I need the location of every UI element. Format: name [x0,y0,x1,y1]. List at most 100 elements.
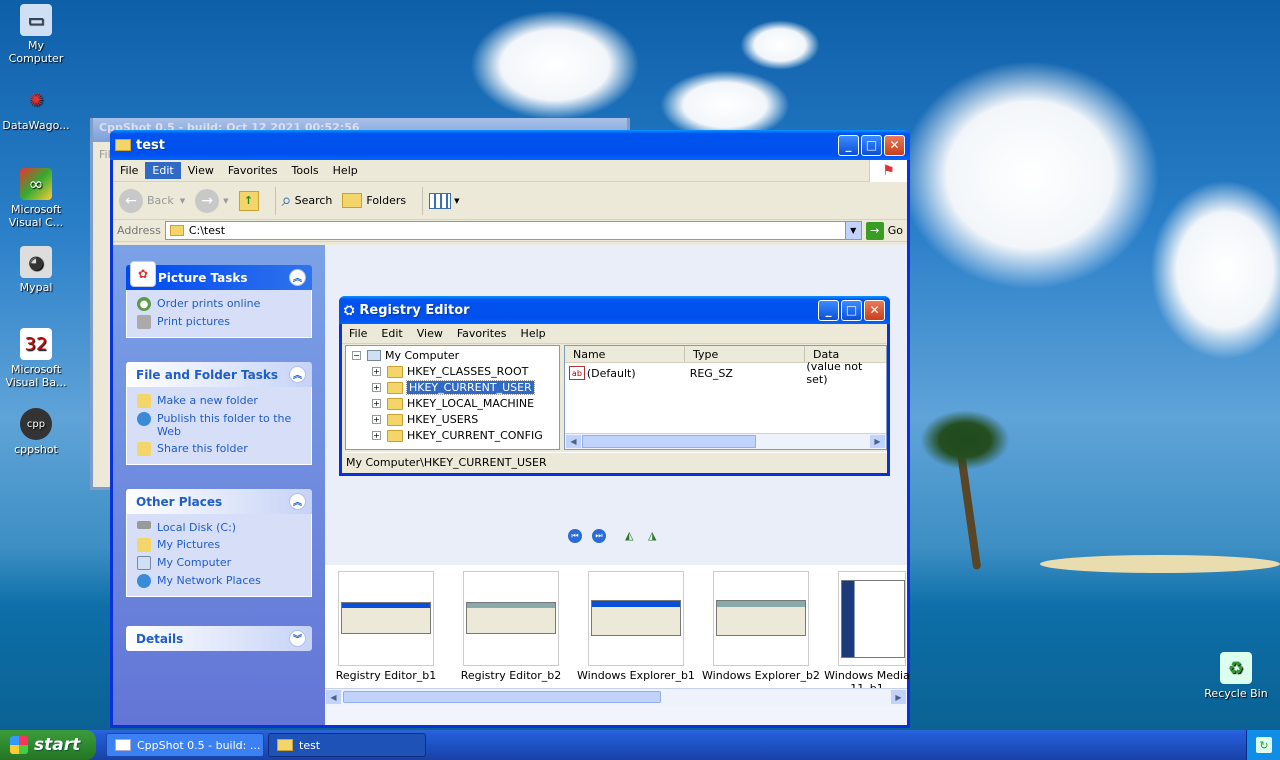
up-folder-icon: ↑ [238,190,259,211]
address-dropdown-icon[interactable]: ▼ [844,222,861,239]
forward-arrow-icon: → [195,188,220,213]
horizontal-scrollbar[interactable]: ◀ ▶ [325,688,907,705]
tree-node-key: + HKEY_CLASSES_ROOT [372,365,529,378]
desktop-icon-visual-basic[interactable]: 32 Microsoft Visual Ba... [0,328,72,389]
folders-icon [342,193,363,208]
details-header[interactable]: Details ︾ [126,626,312,651]
windows-flag-icon [10,736,28,754]
thumbnail-image[interactable] [713,571,809,666]
collapse-chevron-icon[interactable]: ︽ [289,269,306,286]
folder-icon [277,739,293,751]
rotate-counterclockwise-icon[interactable]: ◮ [648,529,656,542]
datawago-icon: ✺ [28,89,44,111]
scroll-thumb[interactable] [343,691,661,703]
scroll-left-icon: ◀ [566,435,581,448]
publish-web-icon [137,412,151,426]
scroll-right-icon[interactable]: ▶ [891,690,906,704]
local-disk-link[interactable]: Local Disk (C:) [137,521,301,534]
details-panel: Details ︾ [126,626,312,651]
my-network-places-link[interactable]: My Network Places [137,574,301,588]
thumbnail-image[interactable] [588,571,684,666]
menu-file[interactable]: File [113,162,145,179]
order-prints-link[interactable]: ● Order prints online [137,297,301,311]
share-folder-link[interactable]: Share this folder [137,442,301,456]
next-image-icon[interactable]: ⏭ [592,529,606,543]
folders-button[interactable]: Folders [342,193,406,208]
taskbar-item-cppshot[interactable]: CppShot 0.5 - build: ... [106,733,264,757]
picture-tasks-panel: ✿ Picture Tasks ︽ ● Order prints online P… [126,261,312,338]
menu-view[interactable]: View [181,162,221,179]
thumbnail-strip: Registry Editor_b1 Registry Editor_b2 Wi… [325,565,910,705]
menu-tools[interactable]: Tools [285,162,326,179]
tree-node-key: + HKEY_LOCAL_MACHINE [372,397,535,410]
thumbnail-preview [591,600,681,636]
file-folder-tasks-panel: File and Folder Tasks ︽ Make a new folde… [126,362,312,465]
collapse-chevron-icon[interactable]: ︽ [289,366,306,383]
desktop-icon-datawago[interactable]: ✺ DataWago... [0,84,72,133]
system-tray: ↻ [1246,730,1280,760]
back-button[interactable]: ← Back ▼ [119,188,185,213]
thumbnail-image[interactable] [463,571,559,666]
expand-chevron-icon[interactable]: ︾ [289,630,306,647]
explorer-titlebar[interactable]: test _ □ ✕ [110,130,910,160]
window-title: test [136,137,165,153]
disk-drive-icon [137,521,151,529]
cloud [740,20,820,70]
maximize-button[interactable]: □ [861,134,882,156]
cloud [1150,180,1280,360]
raccoon-icon: ◕ [20,246,52,278]
make-new-folder-link[interactable]: Make a new folder [137,394,301,408]
regedit-menu-view: View [416,327,443,340]
minimize-button[interactable]: _ [838,134,859,156]
windows-logo-icon: ⚑ [869,160,907,182]
taskbar-item-test[interactable]: test [268,733,426,757]
rotate-clockwise-icon[interactable]: ◭ [625,529,633,542]
thumbnail-preview [466,602,556,634]
thumbnail-image[interactable] [338,571,434,666]
tree-node-key: + HKEY_CURRENT_CONFIG [372,429,543,442]
visual-basic-icon: 32 [20,328,52,360]
open-folder-icon [387,381,403,394]
desktop-icon-visual-c[interactable]: ∞ Microsoft Visual C... [0,168,72,229]
picture-tasks-header[interactable]: ✿ Picture Tasks ︽ [126,261,312,290]
previous-image-icon[interactable]: ⏮ [568,529,582,543]
desktop-icon-mypal[interactable]: ◕ Mypal [0,246,72,294]
thumbnail-image[interactable] [838,571,906,666]
print-pictures-link[interactable]: Print pictures [137,315,301,329]
file-folder-tasks-header[interactable]: File and Folder Tasks ︽ [126,362,312,387]
desktop-icon-my-computer[interactable]: ▭ My Computer [0,4,72,65]
up-folder-button[interactable]: ↑ [238,190,259,211]
my-computer-link[interactable]: My Computer [137,556,301,570]
search-button[interactable]: ⌕ Search [282,190,333,211]
thumbnail-caption: Registry Editor_b2 [460,669,562,682]
regedit-menu-bar: File Edit View Favorites Help [342,324,887,344]
tray-icon[interactable]: ↻ [1256,737,1272,753]
views-button[interactable]: ▼ [429,192,460,209]
picture-tasks-body: ● Order prints online Print pictures [126,290,312,338]
other-places-header[interactable]: Other Places ︽ [126,489,312,514]
menu-edit[interactable]: Edit [145,162,181,179]
computer-icon: ▭ [20,4,52,36]
go-button[interactable]: → Go [865,221,903,240]
folder-icon [115,139,131,151]
menu-help[interactable]: Help [326,162,365,179]
start-button[interactable]: start [0,730,96,760]
collapse-chevron-icon[interactable]: ︽ [289,493,306,510]
forward-button[interactable]: → ▼ [195,188,229,213]
publish-folder-link[interactable]: Publish this folder to the Web [137,412,301,438]
desktop-icon-recycle-bin[interactable]: ♻ Recycle Bin [1200,652,1272,700]
thumbnail-preview [341,602,431,634]
cloud [470,10,640,120]
desktop-icon-cppshot[interactable]: cpp cppshot [0,408,72,456]
palm-leaves [920,410,1010,470]
tree-node-root: − My Computer [352,349,460,362]
menu-favorites[interactable]: Favorites [221,162,285,179]
address-input[interactable]: C:\test ▼ [164,221,862,240]
my-pictures-link[interactable]: My Pictures [137,538,301,552]
close-button[interactable]: ✕ [884,134,905,156]
toolbar-separator [422,186,424,215]
thumbnail-caption: Windows Explorer_b1 [577,669,695,682]
globe-icon: ● [137,297,151,311]
scroll-left-icon[interactable]: ◀ [326,690,341,704]
folder-icon [387,429,403,442]
